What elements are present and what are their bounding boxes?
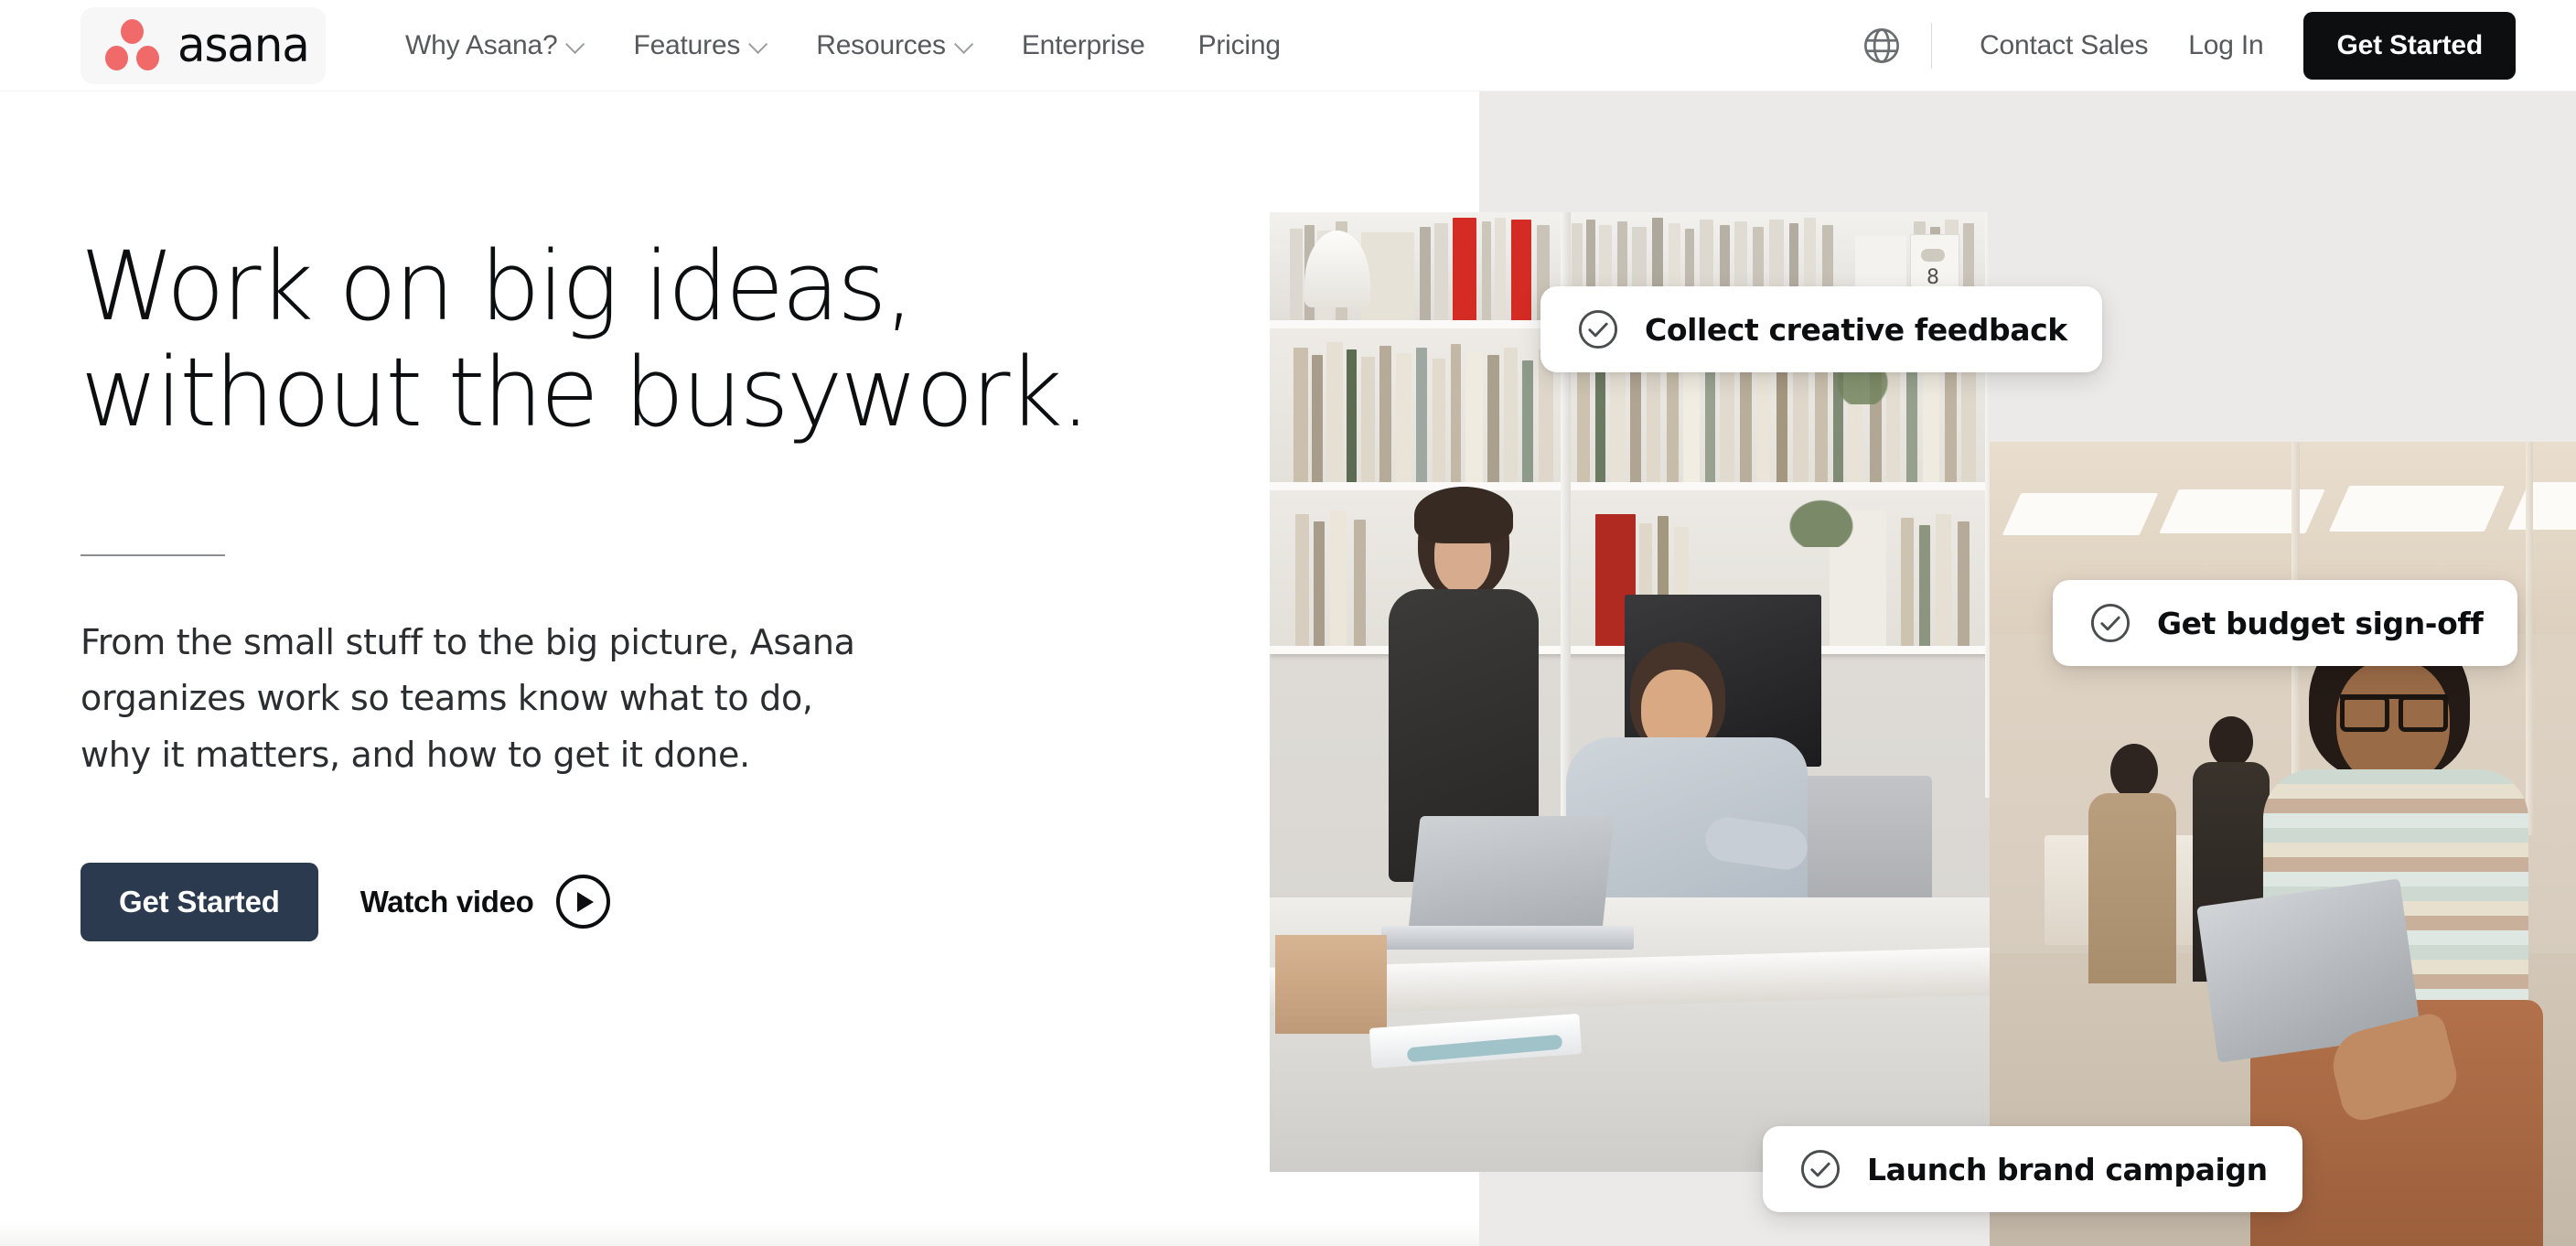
chevron-down-icon (953, 34, 974, 54)
task-pill-launch-brand-campaign[interactable]: Launch brand campaign (1763, 1126, 2302, 1212)
nav-item-label: Features (633, 30, 741, 60)
globe-icon[interactable] (1852, 16, 1911, 75)
nav-item-label: Why Asana? (405, 30, 558, 60)
asana-logo-three-dots-icon (104, 19, 161, 72)
nav-item-features[interactable]: Features (606, 0, 789, 91)
check-circle-icon (1800, 1149, 1841, 1189)
nav-item-label: Pricing (1197, 30, 1282, 60)
asana-logo-link[interactable]: asana (80, 7, 326, 84)
asana-wordmark: asana (177, 18, 310, 73)
nav-item-enterprise[interactable]: Enterprise (995, 0, 1172, 91)
asana-landing-page: 8 asana Why Asana? Features Resources En… (0, 0, 2576, 1246)
header-divider (1931, 23, 1933, 69)
nav-item-resources[interactable]: Resources (789, 0, 995, 91)
hero-cta-row: Get Started Watch video (80, 862, 1178, 941)
check-circle-icon (1578, 309, 1618, 349)
nav-item-label: Enterprise (1021, 30, 1145, 60)
bottom-fade-band (0, 1222, 1479, 1246)
check-circle-icon (2090, 603, 2131, 643)
hero-subcopy: From the small stuff to the big picture,… (80, 621, 855, 776)
hero-divider-rule (80, 553, 225, 556)
log-in-link[interactable]: Log In (2168, 30, 2283, 61)
nav-item-pricing[interactable]: Pricing (1172, 0, 1307, 91)
play-circle-icon (555, 875, 610, 929)
watch-video-label: Watch video (360, 884, 534, 918)
nav-item-label: Resources (816, 30, 946, 60)
header-utility-nav: Contact Sales Log In Get Started (1852, 0, 2576, 91)
hero-section: Work on big ideas, without the busywork.… (80, 91, 1178, 941)
primary-navigation: Why Asana? Features Resources Enterprise… (379, 0, 1307, 91)
task-pill-get-budget-sign-off[interactable]: Get budget sign-off (2053, 580, 2518, 666)
header-get-started-button[interactable]: Get Started (2303, 12, 2516, 80)
chevron-down-icon (565, 34, 585, 54)
watch-video-button[interactable]: Watch video (360, 875, 610, 929)
chevron-down-icon (748, 34, 768, 54)
nav-item-why-asana[interactable]: Why Asana? (379, 0, 606, 91)
contact-sales-link[interactable]: Contact Sales (1959, 30, 2168, 61)
task-pill-label: Collect creative feedback (1645, 311, 2067, 348)
hero-get-started-button[interactable]: Get Started (80, 862, 318, 941)
page-title: Work on big ideas, without the busywork. (80, 231, 1090, 449)
task-pill-label: Get budget sign-off (2157, 605, 2484, 641)
task-pill-label: Launch brand campaign (1867, 1151, 2268, 1187)
site-header: asana Why Asana? Features Resources Ente… (0, 0, 2576, 91)
task-pill-collect-creative-feedback[interactable]: Collect creative feedback (1540, 286, 2102, 372)
